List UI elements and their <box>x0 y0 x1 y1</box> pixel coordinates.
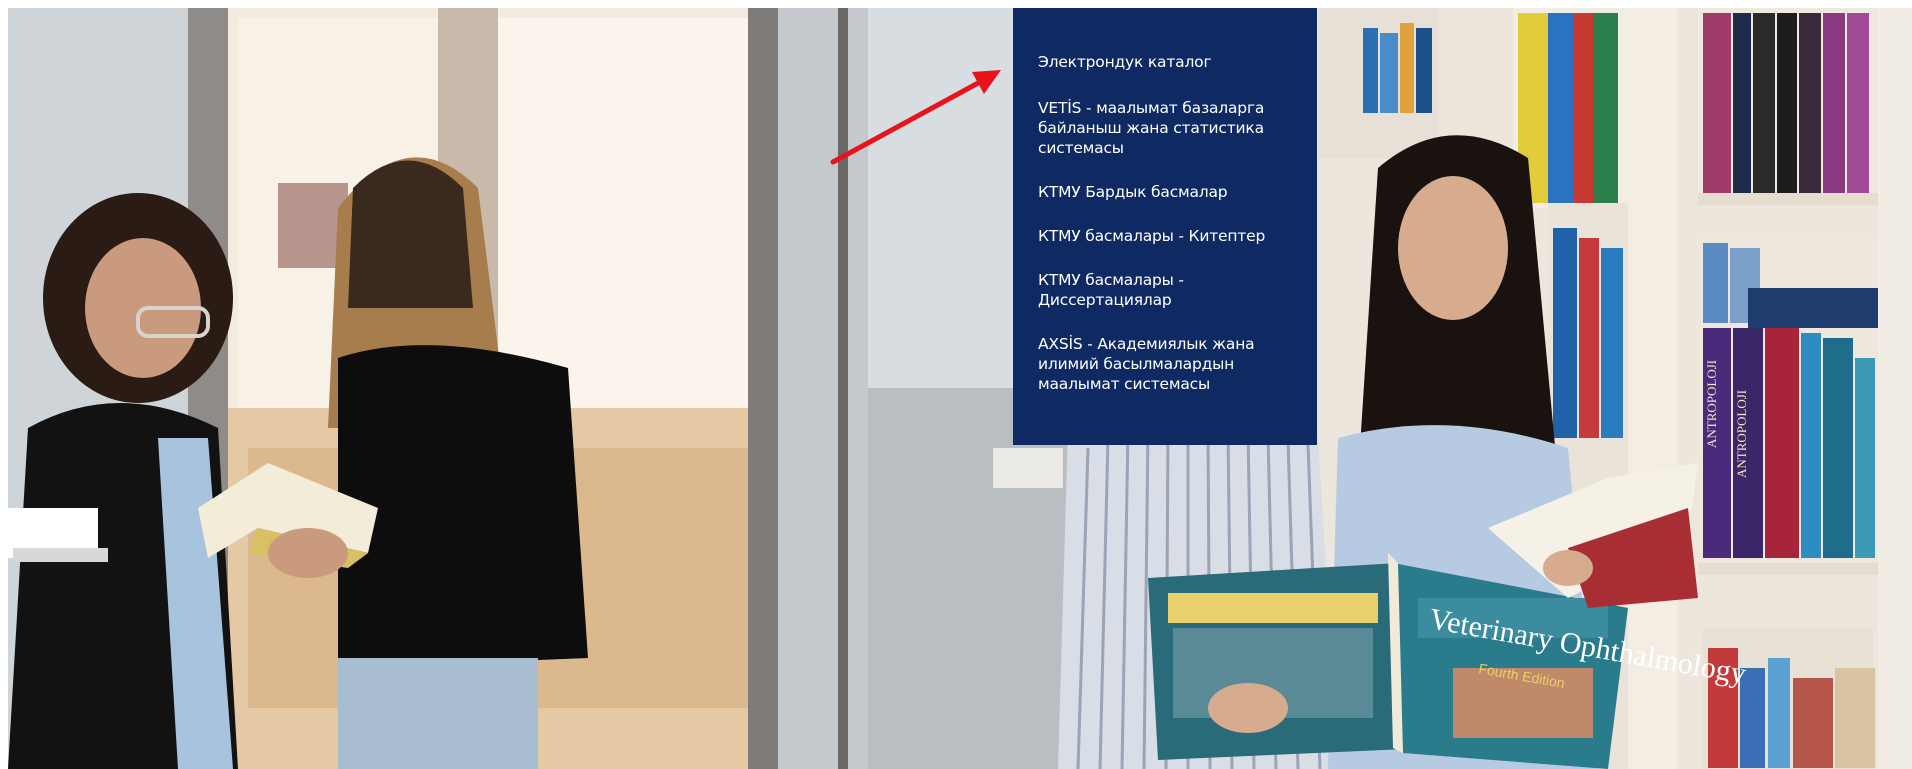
menu-item-axsis[interactable]: AXSİS - Академиялык жана илимий басылмал… <box>1038 334 1295 394</box>
library-dropdown-menu: Электрондук каталог VETİS - маалымат баз… <box>1013 8 1317 445</box>
page: Veterinary Ophthalmology Fourth Edition … <box>0 0 1912 769</box>
library-students-photo: Veterinary Ophthalmology Fourth Edition … <box>8 8 1912 769</box>
hero-banner-image: Veterinary Ophthalmology Fourth Edition … <box>8 8 1912 769</box>
dropdown-menu-list: Электрондук каталог VETİS - маалымат баз… <box>1038 52 1295 394</box>
shelf-book-spine-text-2: ANTROPOLOJI <box>1734 390 1749 478</box>
menu-item-electronic-catalog[interactable]: Электрондук каталог <box>1038 52 1295 72</box>
menu-item-ktmu-all-publications[interactable]: КТМУ Бардык басмалар <box>1038 182 1295 202</box>
shelf-book-spine-text: ANTROPOLOJI <box>1704 360 1719 448</box>
menu-item-vetis[interactable]: VETİS - маалымат базаларга байланыш жана… <box>1038 98 1295 158</box>
menu-item-ktmu-dissertations[interactable]: КТМУ басмалары - Диссертациялар <box>1038 270 1295 310</box>
menu-item-ktmu-books[interactable]: КТМУ басмалары - Китептер <box>1038 226 1295 246</box>
